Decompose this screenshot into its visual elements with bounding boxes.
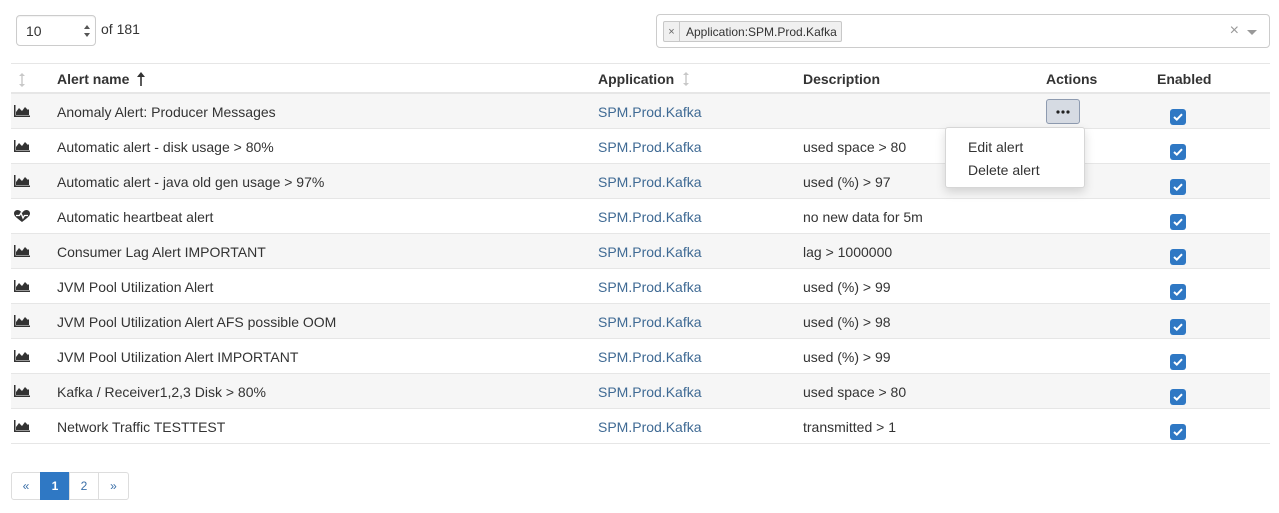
filter-chip-label: Application:SPM.Prod.Kafka	[686, 24, 837, 39]
alert-description: used space > 80	[803, 139, 907, 155]
alert-description: used (%) > 99	[803, 279, 891, 295]
chevron-down-icon[interactable]	[1247, 30, 1257, 35]
alert-name[interactable]: Automatic heartbeat alert	[57, 209, 213, 225]
alert-name[interactable]: Automatic alert - java old gen usage > 9…	[57, 174, 324, 190]
alert-name[interactable]: JVM Pool Utilization Alert	[57, 279, 213, 295]
sort-icon	[683, 72, 690, 86]
table-row[interactable]: Kafka / Receiver1,2,3 Disk > 80% SPM.Prod…	[11, 374, 1270, 409]
chart-icon	[14, 280, 30, 292]
column-header-enabled: Enabled	[1157, 71, 1212, 87]
application-link[interactable]: SPM.Prod.Kafka	[598, 384, 702, 400]
checkmark-icon	[1173, 113, 1183, 121]
alert-description: used space > 80	[803, 384, 907, 400]
chart-icon	[14, 420, 30, 432]
spinner-arrows-icon[interactable]	[83, 22, 91, 40]
pagination: « 1 2 »	[11, 472, 129, 500]
page-button-1[interactable]: 1	[40, 472, 70, 500]
ellipsis-icon	[1056, 109, 1070, 114]
checkmark-icon	[1173, 218, 1183, 226]
alert-name[interactable]: Anomaly Alert: Producer Messages	[57, 104, 276, 120]
prev-page-button[interactable]: «	[11, 472, 41, 500]
filter-chip: × Application:SPM.Prod.Kafka	[663, 21, 842, 42]
column-header-actions: Actions	[1046, 71, 1098, 87]
chart-icon	[14, 245, 30, 257]
alert-description: used (%) > 98	[803, 314, 891, 330]
sort-ascending-icon	[137, 72, 146, 86]
table-row[interactable]: JVM Pool Utilization Alert SPM.Prod.Kafka…	[11, 269, 1270, 304]
clear-filter-button[interactable]: ×	[1230, 23, 1239, 39]
alert-name[interactable]: Kafka / Receiver1,2,3 Disk > 80%	[57, 384, 266, 400]
application-link[interactable]: SPM.Prod.Kafka	[598, 104, 702, 120]
delete-alert-menu-item[interactable]: Delete alert	[946, 161, 1084, 184]
table-row[interactable]: Anomaly Alert: Producer Messages SPM.Prod…	[11, 94, 1270, 129]
alert-description: lag > 1000000	[803, 244, 893, 260]
alert-name[interactable]: JVM Pool Utilization Alert AFS possible …	[57, 314, 336, 330]
chip-remove-button[interactable]: ×	[664, 22, 680, 41]
application-link[interactable]: SPM.Prod.Kafka	[598, 279, 702, 295]
chart-icon	[14, 105, 30, 117]
alert-description: no new data for 5m	[803, 209, 923, 225]
application-link[interactable]: SPM.Prod.Kafka	[598, 174, 702, 190]
enabled-checkbox[interactable]	[1170, 249, 1186, 265]
table-row[interactable]: JVM Pool Utilization Alert AFS possible …	[11, 304, 1270, 339]
enabled-checkbox[interactable]	[1170, 319, 1186, 335]
filter-input[interactable]: × Application:SPM.Prod.Kafka ×	[656, 14, 1270, 48]
enabled-checkbox[interactable]	[1170, 424, 1186, 440]
page-button-2[interactable]: 2	[69, 472, 99, 500]
alert-description: transmitted > 1	[803, 419, 896, 435]
application-link[interactable]: SPM.Prod.Kafka	[598, 209, 702, 225]
table-row[interactable]: JVM Pool Utilization Alert IMPORTANT SPM.…	[11, 339, 1270, 374]
next-page-button[interactable]: »	[98, 472, 129, 500]
column-header-description: Description	[803, 71, 881, 87]
enabled-checkbox[interactable]	[1170, 214, 1186, 230]
alert-name[interactable]: Automatic alert - disk usage > 80%	[57, 139, 274, 155]
checkmark-icon	[1173, 323, 1183, 331]
enabled-checkbox[interactable]	[1170, 144, 1186, 160]
enabled-checkbox[interactable]	[1170, 389, 1186, 405]
total-count: of 181	[101, 21, 140, 37]
heartbeat-icon	[14, 210, 30, 222]
sort-icon[interactable]	[17, 72, 27, 88]
checkmark-icon	[1173, 148, 1183, 156]
actions-menu: Edit alert Delete alert	[945, 127, 1085, 188]
actions-menu-button[interactable]	[1046, 99, 1080, 124]
page-size-value: 10	[26, 23, 42, 39]
alert-name[interactable]: Network Traffic TESTTEST	[57, 419, 225, 435]
edit-alert-menu-item[interactable]: Edit alert	[946, 138, 1084, 161]
table-row[interactable]: Network Traffic TESTTEST SPM.Prod.Kafka tr…	[11, 409, 1270, 444]
chart-icon	[14, 175, 30, 187]
chart-icon	[14, 350, 30, 362]
checkmark-icon	[1173, 428, 1183, 436]
checkmark-icon	[1173, 358, 1183, 366]
checkmark-icon	[1173, 253, 1183, 261]
alert-description: used (%) > 99	[803, 349, 891, 365]
alerts-table: Alert name Application Description Actio…	[11, 63, 1270, 444]
enabled-checkbox[interactable]	[1170, 354, 1186, 370]
column-header-name[interactable]: Alert name	[57, 71, 146, 87]
enabled-checkbox[interactable]	[1170, 109, 1186, 125]
table-row[interactable]: Consumer Lag Alert IMPORTANT SPM.Prod.Kaf…	[11, 234, 1270, 269]
column-header-application[interactable]: Application	[598, 71, 690, 87]
chart-icon	[14, 385, 30, 397]
application-link[interactable]: SPM.Prod.Kafka	[598, 139, 702, 155]
column-name-label: Alert name	[57, 71, 130, 87]
enabled-checkbox[interactable]	[1170, 179, 1186, 195]
checkmark-icon	[1173, 183, 1183, 191]
chart-icon	[14, 315, 30, 327]
table-header: Alert name Application Description Actio…	[11, 63, 1270, 94]
enabled-checkbox[interactable]	[1170, 284, 1186, 300]
chart-icon	[14, 140, 30, 152]
checkmark-icon	[1173, 393, 1183, 401]
checkmark-icon	[1173, 288, 1183, 296]
application-link[interactable]: SPM.Prod.Kafka	[598, 419, 702, 435]
table-row[interactable]: Automatic heartbeat alert SPM.Prod.Kafka n…	[11, 199, 1270, 234]
alert-name[interactable]: JVM Pool Utilization Alert IMPORTANT	[57, 349, 298, 365]
application-link[interactable]: SPM.Prod.Kafka	[598, 349, 702, 365]
application-link[interactable]: SPM.Prod.Kafka	[598, 314, 702, 330]
column-application-label: Application	[598, 71, 675, 87]
alert-description: used (%) > 97	[803, 174, 891, 190]
application-link[interactable]: SPM.Prod.Kafka	[598, 244, 702, 260]
page-size-select[interactable]: 10	[16, 15, 96, 46]
alert-name[interactable]: Consumer Lag Alert IMPORTANT	[57, 244, 266, 260]
